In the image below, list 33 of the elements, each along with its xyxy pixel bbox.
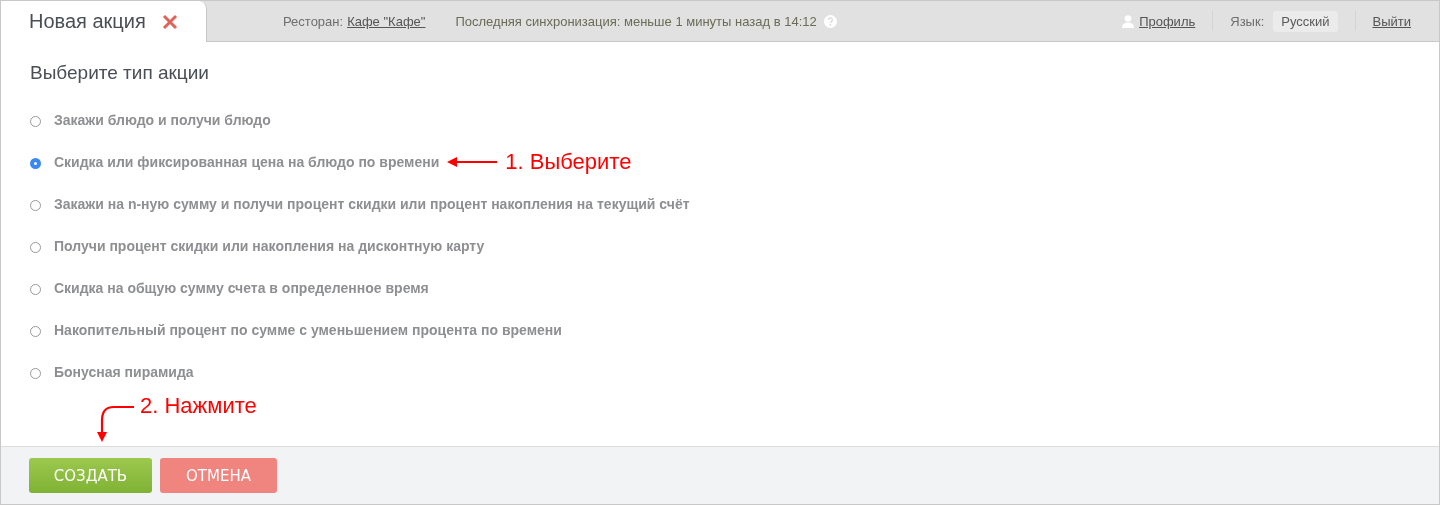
curved-arrow: [94, 403, 136, 443]
language-label: Язык:: [1230, 13, 1265, 29]
user-icon: [1122, 14, 1135, 28]
option-label[interactable]: Закажи на n-ную сумму и получи процент скидки или процент накопления на текущий счёт: [54, 196, 690, 212]
annotation-text: 2. Нажмите: [140, 393, 257, 419]
cancel-button[interactable]: ОТМЕНА: [160, 458, 277, 493]
help-icon[interactable]: [823, 14, 837, 28]
radio-button[interactable]: [30, 200, 41, 211]
annotation-text: 1. Выберите: [505, 149, 632, 175]
radio-button[interactable]: [30, 326, 41, 337]
option-label[interactable]: Бонусная пирамида: [54, 364, 194, 380]
profile-link[interactable]: Профиль: [1139, 13, 1196, 29]
option-label[interactable]: Получи процент скидки или накопления на дисконтную карту: [54, 238, 485, 254]
logout-link[interactable]: Выйти: [1372, 13, 1411, 29]
radio-button[interactable]: [30, 368, 41, 379]
radio-button[interactable]: [30, 116, 41, 127]
option-label[interactable]: Скидка на общую сумму счета в определенное время: [54, 280, 429, 296]
tab[interactable]: Новая акция: [1, 1, 207, 42]
create-button[interactable]: СОЗДАТЬ: [29, 458, 152, 493]
radio-button[interactable]: [30, 284, 41, 295]
restaurant-link[interactable]: Кафе "Кафе": [347, 13, 426, 29]
option-label[interactable]: Закажи блюдо и получи блюдо: [54, 112, 271, 128]
tab-title: Новая акция: [29, 10, 146, 33]
restaurant-label: Ресторан:: [283, 13, 344, 29]
radio-button[interactable]: [30, 242, 41, 253]
option-label[interactable]: Накопительный процент по сумме с уменьшением процента по времени: [54, 322, 562, 338]
left-arrow: [447, 157, 498, 167]
close-icon[interactable]: [161, 13, 178, 30]
section-heading: Выберите тип акции: [30, 62, 210, 84]
radio-button[interactable]: [30, 158, 41, 169]
sync-status: Последняя синхронизация: меньше 1 минуты назад в 14:12: [455, 13, 817, 29]
language-select[interactable]: Русский: [1273, 10, 1338, 32]
option-label[interactable]: Скидка или фиксированная цена на блюдо по времени: [54, 154, 440, 170]
